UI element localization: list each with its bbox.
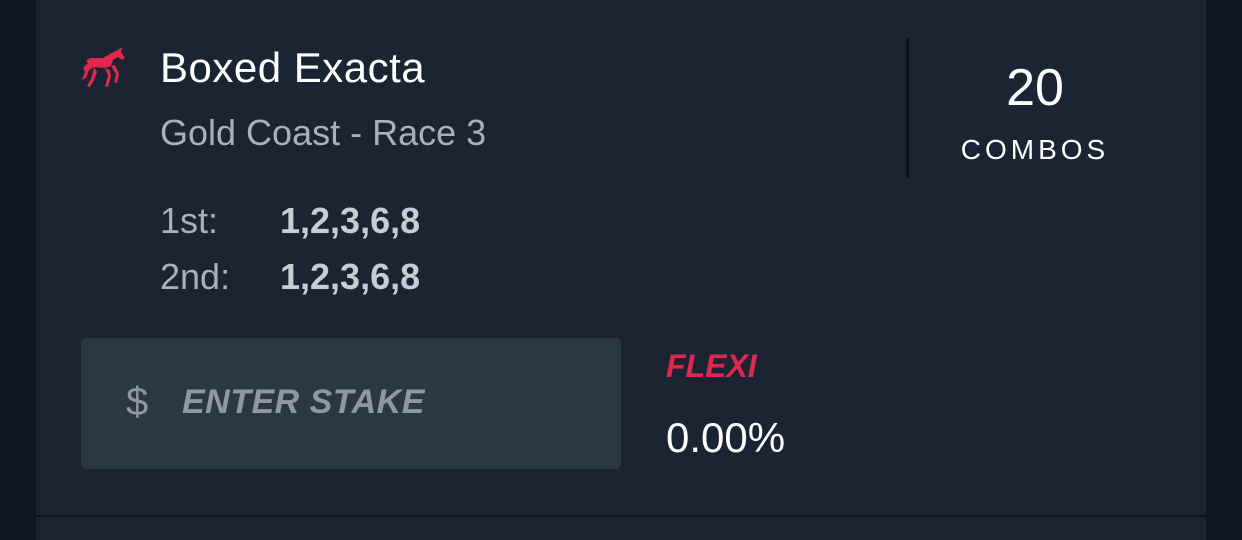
horse-racing-icon bbox=[82, 47, 125, 87]
combos-count: 20 bbox=[1006, 59, 1064, 117]
leg-label-2nd: 2nd: bbox=[160, 256, 231, 297]
next-card-edge bbox=[36, 515, 1206, 540]
stake-placeholder: ENTER STAKE bbox=[182, 383, 425, 421]
leg-selections-2nd: 1,2,3,6,8 bbox=[280, 256, 421, 297]
bet-type-title: Boxed Exacta bbox=[160, 44, 426, 91]
vertical-divider bbox=[906, 38, 909, 178]
race-name: Gold Coast - Race 3 bbox=[160, 112, 487, 153]
combos-label: COMBOS bbox=[960, 134, 1110, 165]
flexi-label: FLEXI bbox=[666, 348, 757, 384]
leg-label-1st: 1st: bbox=[160, 200, 219, 241]
leg-selections-1st: 1,2,3,6,8 bbox=[280, 200, 421, 241]
flexi-percentage: 0.00% bbox=[666, 414, 786, 461]
dollar-icon: $ bbox=[126, 380, 149, 424]
